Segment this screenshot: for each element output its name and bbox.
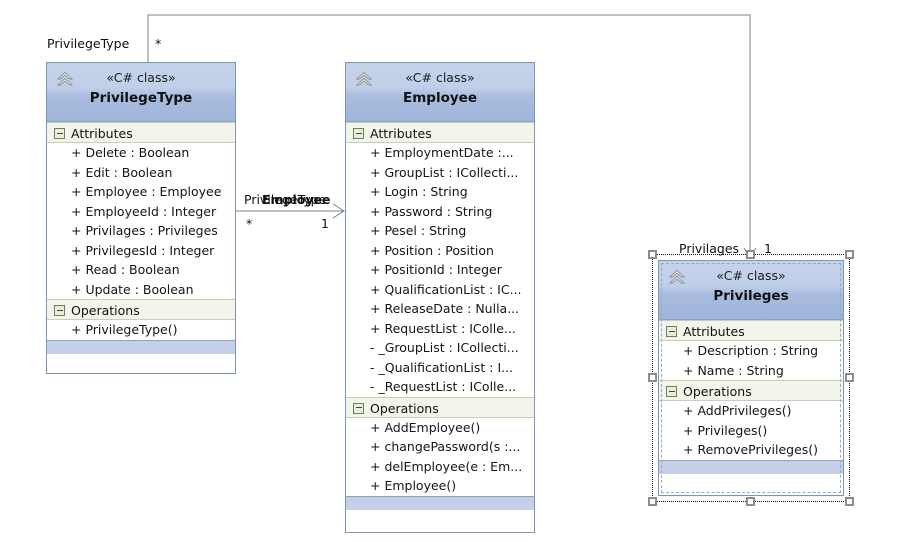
- attribute-item[interactable]: + EmploymentDate :...: [346, 143, 534, 163]
- association-multiplicity-privileges: 1: [764, 241, 772, 256]
- section-label: Operations: [71, 303, 140, 318]
- attribute-item[interactable]: + Login : String: [346, 182, 534, 202]
- class-stereotype: «C# class»: [106, 70, 176, 85]
- class-name: PrivilegeType: [89, 90, 193, 106]
- attribute-item[interactable]: + Delete : Boolean: [47, 143, 235, 163]
- resize-handle-bottom-center[interactable]: [746, 497, 755, 506]
- association-role-label-employee: Employee: [262, 192, 331, 207]
- association-multiplicity-privilegetype-employee: *: [246, 216, 253, 231]
- collapse-minus-icon[interactable]: [666, 326, 677, 337]
- diagram-canvas[interactable]: PrivilegeType * PrivilegeType Employee *…: [0, 0, 898, 542]
- association-multiplicity-privilegetype-top: *: [155, 36, 162, 51]
- operation-list: + AddPrivileges() + Privileges() + Remov…: [659, 401, 843, 460]
- attribute-item[interactable]: + Position : Position: [346, 241, 534, 261]
- class-footer-strip: [659, 459, 843, 474]
- section-header-operations[interactable]: Operations: [659, 380, 843, 401]
- operation-list: + AddEmployee() + changePassword(s :... …: [346, 417, 534, 496]
- uml-class-privileges[interactable]: «C# class» Privileges Attributes + Descr…: [658, 260, 844, 496]
- section-header-operations[interactable]: Operations: [346, 396, 534, 418]
- section-header-operations[interactable]: Operations: [47, 299, 235, 320]
- section-header-attributes[interactable]: Attributes: [47, 122, 235, 143]
- attribute-item[interactable]: + GroupList : ICollecti...: [346, 163, 534, 183]
- class-footer-strip: [47, 339, 235, 354]
- section-header-attributes[interactable]: Attributes: [346, 122, 534, 143]
- double-chevron-up-icon: [56, 71, 74, 86]
- operation-list: + PrivilegeType(): [47, 320, 235, 340]
- attribute-item[interactable]: - _RequestList : IColle...: [346, 377, 534, 397]
- association-role-label-privilages: Privilages: [679, 241, 740, 256]
- resize-handle-top-center[interactable]: [746, 250, 755, 259]
- attribute-item[interactable]: + QualificationList : IC...: [346, 280, 534, 300]
- operation-item[interactable]: + Employee(): [346, 476, 534, 496]
- class-stereotype: «C# class»: [405, 70, 475, 85]
- attribute-list: + EmploymentDate :... + GroupList : ICol…: [346, 143, 534, 397]
- attribute-item[interactable]: - _GroupList : ICollecti...: [346, 338, 534, 358]
- operation-item[interactable]: + Privileges(): [659, 421, 843, 441]
- resize-handle-bottom-left[interactable]: [648, 497, 657, 506]
- section-label: Operations: [370, 400, 439, 416]
- operation-item[interactable]: + changePassword(s :...: [346, 437, 534, 457]
- section-label: Attributes: [683, 324, 745, 339]
- resize-handle-top-right[interactable]: [845, 250, 854, 259]
- uml-class-privilegetype[interactable]: «C# class» PrivilegeType Attributes + De…: [46, 62, 236, 374]
- section-label: Attributes: [71, 126, 133, 141]
- attribute-item[interactable]: + Description : String: [659, 341, 843, 361]
- resize-handle-middle-left[interactable]: [648, 373, 657, 382]
- attribute-item[interactable]: + ReleaseDate : Nulla...: [346, 299, 534, 319]
- class-header-employee: «C# class» Employee: [346, 63, 534, 122]
- attribute-item[interactable]: + Employee : Employee: [47, 182, 235, 202]
- attribute-item[interactable]: - _QualificationList : I...: [346, 358, 534, 378]
- class-name: Employee: [403, 90, 477, 106]
- class-footer-strip: [346, 495, 534, 510]
- collapse-minus-icon[interactable]: [54, 305, 65, 316]
- operation-item[interactable]: + delEmployee(e : Em...: [346, 457, 534, 477]
- attribute-item[interactable]: + Update : Boolean: [47, 280, 235, 300]
- attribute-item[interactable]: + Privilages : Privileges: [47, 221, 235, 241]
- double-chevron-up-icon: [668, 269, 686, 284]
- attribute-item[interactable]: + Name : String: [659, 361, 843, 381]
- attribute-item[interactable]: + RequestList : IColle...: [346, 319, 534, 339]
- arrowhead-employee: [332, 203, 345, 219]
- section-header-attributes[interactable]: Attributes: [659, 320, 843, 341]
- resize-handle-middle-right[interactable]: [845, 373, 854, 382]
- class-header-privilegetype: «C# class» PrivilegeType: [47, 63, 235, 122]
- attribute-item[interactable]: + Password : String: [346, 202, 534, 222]
- association-multiplicity-employee: 1: [321, 216, 329, 231]
- attribute-list: + Description : String + Name : String: [659, 341, 843, 380]
- attribute-item[interactable]: + PositionId : Integer: [346, 260, 534, 280]
- attribute-item[interactable]: + Read : Boolean: [47, 260, 235, 280]
- collapse-minus-icon[interactable]: [353, 402, 364, 414]
- attribute-item[interactable]: + Pesel : String: [346, 221, 534, 241]
- attribute-item[interactable]: + Edit : Boolean: [47, 163, 235, 183]
- association-role-label-privilegetype-top: PrivilegeType: [47, 36, 130, 51]
- resize-handle-bottom-right[interactable]: [845, 497, 854, 506]
- attribute-item[interactable]: + EmployeeId : Integer: [47, 202, 235, 222]
- operation-item[interactable]: + AddEmployee(): [346, 418, 534, 438]
- resize-handle-top-left[interactable]: [648, 250, 657, 259]
- attribute-item[interactable]: + PrivilegesId : Integer: [47, 241, 235, 261]
- section-label: Operations: [683, 384, 752, 399]
- collapse-minus-icon[interactable]: [666, 386, 677, 397]
- operation-item[interactable]: + PrivilegeType(): [47, 320, 235, 340]
- operation-item[interactable]: + RemovePrivileges(): [659, 440, 843, 460]
- uml-class-employee[interactable]: «C# class» Employee Attributes + Employm…: [345, 62, 535, 533]
- class-header-privileges: «C# class» Privileges: [659, 261, 843, 320]
- collapse-minus-icon[interactable]: [54, 128, 65, 139]
- operation-item[interactable]: + AddPrivileges(): [659, 401, 843, 421]
- collapse-minus-icon[interactable]: [353, 128, 364, 139]
- double-chevron-up-icon: [355, 71, 373, 86]
- attribute-list: + Delete : Boolean + Edit : Boolean + Em…: [47, 143, 235, 299]
- section-label: Attributes: [370, 126, 432, 141]
